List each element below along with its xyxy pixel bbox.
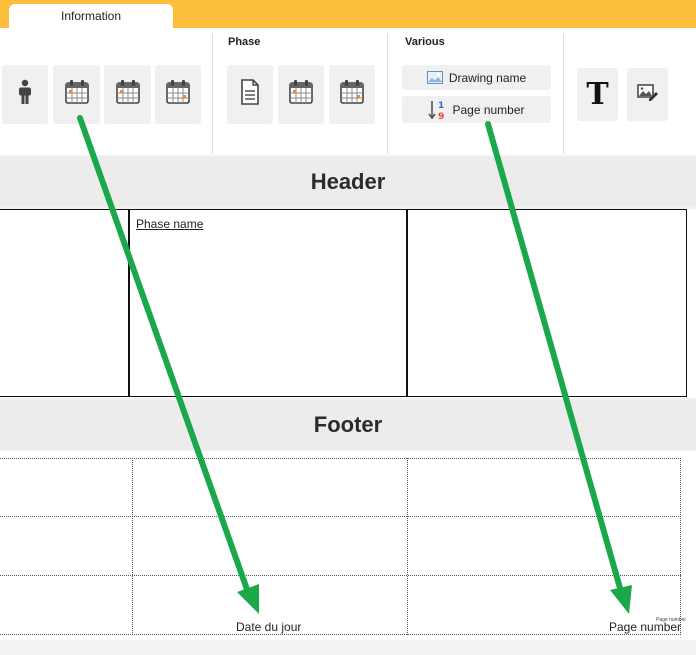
- insert-phase-end-date-button[interactable]: [329, 65, 375, 124]
- group-title-various: Various: [405, 36, 445, 48]
- calendar-icon: [115, 79, 141, 110]
- sort-numbers-icon: 1 9: [428, 99, 446, 121]
- group-separator: [387, 34, 388, 154]
- calendar-icon: [288, 79, 314, 110]
- calendar-icon: [165, 79, 191, 110]
- page-number-button[interactable]: 1 9 Page number: [402, 96, 551, 123]
- person-icon: [16, 79, 34, 110]
- document-icon: [240, 79, 260, 110]
- insert-phase-name-button[interactable]: [227, 65, 273, 124]
- footer-table: [0, 458, 681, 635]
- insert-text-button[interactable]: T: [577, 68, 618, 121]
- footer-section-title: Footer: [0, 400, 696, 450]
- svg-text:1: 1: [438, 101, 444, 111]
- insert-date-button[interactable]: [53, 65, 100, 124]
- svg-text:9: 9: [438, 112, 444, 121]
- phase-name-field[interactable]: Phase name: [136, 217, 203, 231]
- footer-divider: [132, 458, 133, 635]
- footer-row-divider: [0, 575, 681, 576]
- date-field[interactable]: Date du jour: [236, 620, 301, 634]
- drawing-name-label: Drawing name: [448, 70, 527, 85]
- group-separator: [563, 34, 564, 154]
- header-section-title: Header: [0, 157, 696, 207]
- tab-information[interactable]: Information: [9, 4, 173, 28]
- text-icon: T: [586, 76, 609, 112]
- insert-person-button[interactable]: [2, 65, 48, 124]
- edit-image-icon: [636, 83, 659, 106]
- calendar-icon: [339, 79, 365, 110]
- group-separator: [212, 34, 213, 154]
- header-table: [0, 209, 687, 397]
- footer-divider: [407, 458, 408, 635]
- insert-image-button[interactable]: [627, 68, 668, 121]
- calendar-icon: [64, 79, 90, 110]
- drawing-name-button[interactable]: Drawing name: [402, 65, 551, 90]
- page-number-label: Page number: [452, 102, 525, 117]
- header-divider: [406, 209, 408, 397]
- footer-row-divider: [0, 516, 681, 517]
- insert-date-alt-button[interactable]: [104, 65, 151, 124]
- image-icon: [426, 71, 443, 84]
- insert-date-end-button[interactable]: [155, 65, 201, 124]
- insert-phase-start-date-button[interactable]: [278, 65, 324, 124]
- group-title-phase: Phase: [228, 36, 261, 48]
- header-divider: [128, 209, 130, 397]
- ribbon-tab-bar: Information: [0, 0, 696, 28]
- page-number-tooltip: Page number: [656, 617, 687, 623]
